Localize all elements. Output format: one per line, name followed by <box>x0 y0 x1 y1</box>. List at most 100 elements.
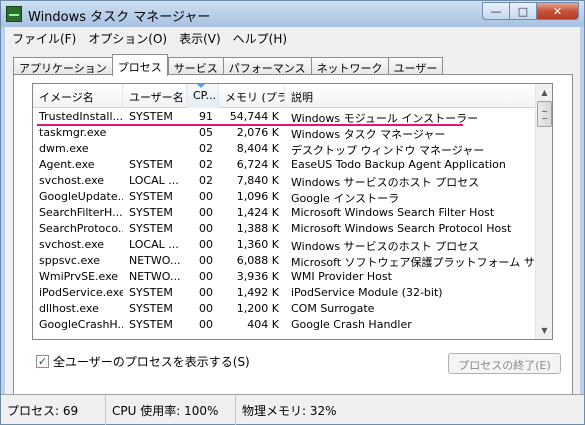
cell-cpu: 00 <box>199 222 213 235</box>
window-title: Windows タスク マネージャー <box>28 10 211 25</box>
column-image-name[interactable]: イメージ名 <box>33 84 123 108</box>
cell-description: WMI Provider Host <box>291 270 392 283</box>
table-row[interactable]: iPodService.exe SYSTEM 00 1,492 K iPodServic… <box>33 285 535 301</box>
column-user-name[interactable]: ユーザー名 <box>123 84 187 108</box>
sort-descending-icon <box>197 84 205 88</box>
cell-cpu: 00 <box>199 238 213 251</box>
cell-cpu: 00 <box>199 318 213 331</box>
process-list[interactable]: イメージ名 ユーザー名 CP... メモリ (プラ... 説明 TrustedI… <box>32 83 553 340</box>
cell-description: Microsoft ソフトウェア保護プラットフォーム サ... <box>291 256 535 269</box>
list-header: イメージ名 ユーザー名 CP... メモリ (プラ... 説明 <box>33 84 535 108</box>
table-row[interactable]: TrustedInstall... SYSTEM 91 54,744 K Windows… <box>33 109 535 125</box>
highlight-underline <box>37 124 463 126</box>
cell-user-name: NETWO... <box>129 270 181 283</box>
cell-description: デスクトップ ウィンドウ マネージャー <box>291 144 485 157</box>
cell-memory: 1,388 K <box>236 222 279 235</box>
cell-memory: 6,724 K <box>236 158 279 171</box>
client-area: ファイル(F) オプション(O) 表示(V) ヘルプ(H) アプリケーション プ… <box>5 27 580 420</box>
cell-description: Windows タスク マネージャー <box>291 128 446 141</box>
caption-buttons: — □ ✕ <box>482 2 579 20</box>
table-row[interactable]: GoogleUpdate.... SYSTEM 00 1,096 K Google イン… <box>33 189 535 205</box>
cell-memory: 1,096 K <box>236 190 279 203</box>
cell-cpu: 02 <box>199 142 213 155</box>
cell-cpu: 05 <box>199 126 213 139</box>
menu-options[interactable]: オプション(O) <box>82 27 173 47</box>
menu-bar: ファイル(F) オプション(O) 表示(V) ヘルプ(H) <box>5 27 580 47</box>
show-all-users-checkbox[interactable]: ✓ <box>36 355 49 368</box>
menu-file[interactable]: ファイル(F) <box>5 27 82 47</box>
end-process-button[interactable]: プロセスの終了(E) <box>448 353 561 374</box>
table-row[interactable]: taskmgr.exe 05 2,076 K Windows タスク マネージャー <box>33 125 535 141</box>
cell-memory: 6,088 K <box>236 254 279 267</box>
column-cpu[interactable]: CP... <box>187 84 219 108</box>
cell-cpu: 02 <box>199 174 213 187</box>
table-row[interactable]: Agent.exe SYSTEM 02 6,724 K EaseUS Todo Back… <box>33 157 535 173</box>
cell-user-name: SYSTEM <box>129 318 173 331</box>
cell-memory: 54,744 K <box>229 110 279 123</box>
cell-description: Windows サービスのホスト プロセス <box>291 240 480 253</box>
cell-description: Windows モジュール インストーラー <box>291 112 479 125</box>
scroll-down-icon[interactable]: ▼ <box>536 322 552 339</box>
cell-image-name: svchost.exe <box>39 174 105 187</box>
table-row[interactable]: SearchProtoco... SYSTEM 00 1,388 K Microsoft… <box>33 221 535 237</box>
title-bar[interactable]: Windows タスク マネージャー — □ ✕ <box>1 1 584 27</box>
cell-cpu: 00 <box>199 254 213 267</box>
cell-cpu: 00 <box>199 302 213 315</box>
menu-help[interactable]: ヘルプ(H) <box>227 27 293 47</box>
cell-cpu: 00 <box>199 286 213 299</box>
cell-image-name: iPodService.exe <box>39 286 123 299</box>
status-cpu-usage: CPU 使用率: 100% <box>106 395 236 425</box>
maximize-button[interactable]: □ <box>509 2 536 20</box>
cell-user-name: SYSTEM <box>129 110 173 123</box>
scroll-thumb[interactable] <box>537 101 552 127</box>
tab-processes[interactable]: プロセス <box>111 54 168 76</box>
cell-user-name <box>123 141 187 157</box>
column-cpu-label: CP... <box>193 89 217 102</box>
menu-view[interactable]: 表示(V) <box>173 27 227 47</box>
cell-description: COM Surrogate <box>291 302 375 315</box>
cell-user-name: SYSTEM <box>129 302 173 315</box>
cell-user-name: SYSTEM <box>129 222 173 235</box>
cell-memory: 1,492 K <box>236 286 279 299</box>
scroll-up-icon[interactable]: ▲ <box>536 84 552 101</box>
cell-cpu: 00 <box>199 206 213 219</box>
cell-image-name: SearchProtoco... <box>39 222 123 235</box>
tab-strip: アプリケーション プロセス サービス パフォーマンス ネットワーク ユーザー <box>13 54 444 76</box>
cell-image-name: svchost.exe <box>39 238 105 251</box>
vertical-scrollbar[interactable]: ▲ ▼ <box>535 84 552 339</box>
cell-image-name: TrustedInstall... <box>39 110 123 123</box>
minimize-button[interactable]: — <box>482 2 509 20</box>
close-button[interactable]: ✕ <box>536 2 579 20</box>
cell-user-name: NETWO... <box>129 254 181 267</box>
cell-memory: 404 K <box>247 318 279 331</box>
table-row[interactable]: SearchFilterH... SYSTEM 00 1,424 K Microsoft… <box>33 205 535 221</box>
table-row[interactable]: dllhost.exe SYSTEM 00 1,200 K COM Surrogate <box>33 301 535 317</box>
task-manager-icon <box>6 6 22 22</box>
cell-description: iPodService Module (32-bit) <box>291 286 443 299</box>
process-rows: TrustedInstall... SYSTEM 91 54,744 K Windows… <box>33 109 535 333</box>
cell-image-name: GoogleCrashH... <box>39 318 123 331</box>
table-row[interactable]: GoogleCrashH... SYSTEM 00 404 K Google Crash… <box>33 317 535 333</box>
table-row[interactable]: sppsvc.exe NETWO... 00 6,088 K Microsoft ソフト… <box>33 253 535 269</box>
cell-memory: 1,424 K <box>236 206 279 219</box>
column-memory[interactable]: メモリ (プラ... <box>219 84 285 108</box>
status-process-count: プロセス: 69 <box>1 395 106 425</box>
cell-image-name: WmiPrvSE.exe <box>39 270 119 283</box>
cell-description: Microsoft Windows Search Protocol Host <box>291 222 512 235</box>
cell-image-name: sppsvc.exe <box>39 254 100 267</box>
column-description[interactable]: 説明 <box>285 84 535 108</box>
table-row[interactable]: svchost.exe LOCAL ... 00 1,360 K Windows サービ… <box>33 237 535 253</box>
table-row[interactable]: dwm.exe 02 8,404 K デスクトップ ウィンドウ マネージャー <box>33 141 535 157</box>
status-bar: プロセス: 69 CPU 使用率: 100% 物理メモリ: 32% <box>1 394 584 425</box>
show-all-users-option[interactable]: ✓ 全ユーザーのプロセスを表示する(S) <box>36 353 250 370</box>
cell-image-name: Agent.exe <box>39 158 95 171</box>
cell-memory: 8,404 K <box>236 142 279 155</box>
cell-memory: 2,076 K <box>236 126 279 139</box>
cell-user-name: SYSTEM <box>129 286 173 299</box>
table-row[interactable]: WmiPrvSE.exe NETWO... 00 3,936 K WMI Provide… <box>33 269 535 285</box>
cell-image-name: dllhost.exe <box>39 302 99 315</box>
processes-panel: イメージ名 ユーザー名 CP... メモリ (プラ... 説明 TrustedI… <box>13 74 573 403</box>
cell-image-name: GoogleUpdate.... <box>39 190 123 203</box>
cell-cpu: 00 <box>199 190 213 203</box>
table-row[interactable]: svchost.exe LOCAL ... 02 7,840 K Windows サービ… <box>33 173 535 189</box>
